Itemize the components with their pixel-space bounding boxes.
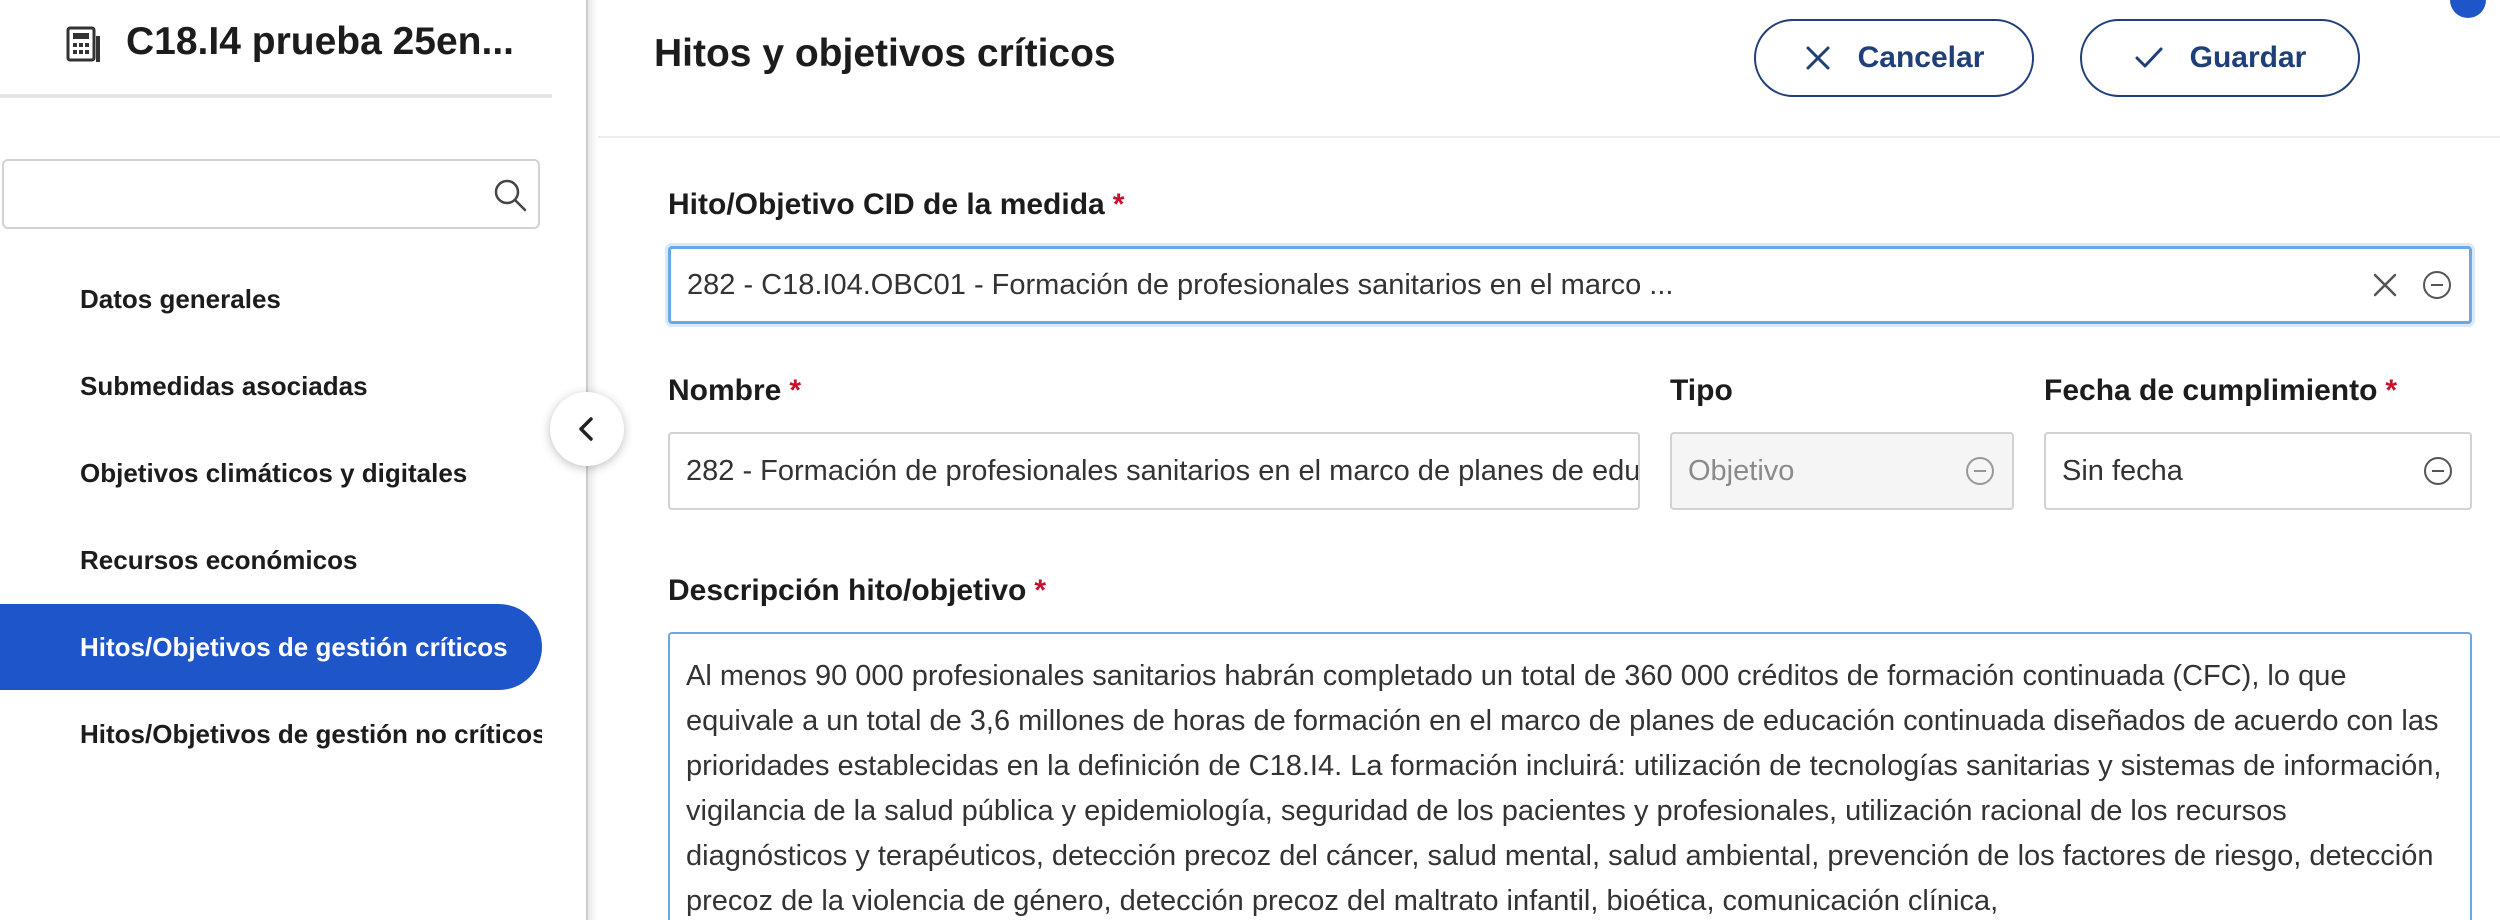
nombre-input[interactable]: 282 - Formación de profesionales sanitar… xyxy=(668,432,1640,510)
descripcion-textarea[interactable]: Al menos 90 000 profesionales sanitarios… xyxy=(668,632,2472,920)
cancel-button-label: Cancelar xyxy=(1857,41,1985,74)
sidebar-item-label: Recursos económicos xyxy=(80,544,358,575)
main-header: Hitos y objetivos críticos Cancelar Guar… xyxy=(598,0,2500,138)
sidebar: C18.I4 prueba 25en... Datos generales Su… xyxy=(0,0,552,920)
nombre-label: Nombre * xyxy=(668,374,801,408)
page-title: Hitos y objetivos críticos xyxy=(654,32,1116,75)
cancel-button[interactable]: Cancelar xyxy=(1754,19,2034,97)
sidebar-item-label: Hitos/Objetivos de gestión críticos xyxy=(80,631,508,662)
sidebar-header: C18.I4 prueba 25en... xyxy=(0,0,552,98)
hito-cid-label: Hito/Objetivo CID de la medida * xyxy=(668,188,1124,222)
fecha-label: Fecha de cumplimiento * xyxy=(2044,374,2397,408)
calculator-icon xyxy=(66,26,100,62)
sidebar-item-recursos-economicos[interactable]: Recursos económicos xyxy=(0,517,542,603)
descripcion-label: Descripción hito/objetivo * xyxy=(668,574,1046,608)
descripcion-label-text: Descripción hito/objetivo xyxy=(668,574,1027,607)
sidebar-item-hitos-no-criticos[interactable]: Hitos/Objetivos de gestión no críticos xyxy=(0,691,542,777)
required-mark: * xyxy=(1034,574,1047,607)
sidebar-search[interactable] xyxy=(2,159,540,229)
nombre-value: 282 - Formación de profesionales sanitar… xyxy=(686,454,1638,487)
fecha-label-text: Fecha de cumplimiento xyxy=(2044,374,2378,407)
fecha-value: Sin fecha xyxy=(2062,454,2183,487)
dropdown-minus-icon[interactable] xyxy=(2422,455,2454,487)
sidebar-item-hitos-criticos[interactable]: Hitos/Objetivos de gestión críticos xyxy=(0,604,542,690)
close-icon xyxy=(1806,46,1830,70)
tipo-label-text: Tipo xyxy=(1670,374,1733,407)
tipo-select: Objetivo xyxy=(1670,432,2014,510)
main-panel: Hitos y objetivos críticos Cancelar Guar… xyxy=(598,0,2500,920)
hito-cid-select[interactable]: 282 - C18.I04.OBC01 - Formación de profe… xyxy=(668,246,2472,324)
hito-cid-label-text: Hito/Objetivo CID de la medida xyxy=(668,188,1105,221)
sidebar-item-objetivos-climaticos[interactable]: Objetivos climáticos y digitales xyxy=(0,430,542,516)
dropdown-minus-icon xyxy=(1966,457,1994,485)
nombre-label-text: Nombre xyxy=(668,374,782,407)
tipo-label: Tipo xyxy=(1670,374,1733,408)
clear-icon[interactable] xyxy=(2371,271,2399,299)
hito-cid-value: 282 - C18.I04.OBC01 - Formación de profe… xyxy=(687,268,1674,301)
sidebar-item-datos-generales[interactable]: Datos generales xyxy=(0,256,542,342)
sidebar-item-label: Submedidas asociadas xyxy=(80,370,368,401)
chevron-left-icon xyxy=(579,417,593,441)
required-mark: * xyxy=(789,374,802,407)
save-button-label: Guardar xyxy=(2189,41,2307,74)
required-mark: * xyxy=(2385,374,2398,407)
sidebar-item-label: Datos generales xyxy=(80,283,281,314)
sidebar-item-label: Objetivos climáticos y digitales xyxy=(80,457,468,488)
sidebar-item-submedidas[interactable]: Submedidas asociadas xyxy=(0,343,542,429)
fecha-select[interactable]: Sin fecha xyxy=(2044,432,2472,510)
sidebar-item-label: Hitos/Objetivos de gestión no críticos xyxy=(80,718,542,749)
search-input[interactable] xyxy=(16,171,476,217)
app-title: C18.I4 prueba 25en... xyxy=(126,20,515,63)
required-mark: * xyxy=(1112,188,1125,221)
search-icon[interactable] xyxy=(492,177,528,213)
dropdown-minus-icon[interactable] xyxy=(2421,269,2453,301)
help-icon[interactable] xyxy=(2450,0,2486,18)
check-icon xyxy=(2135,47,2163,68)
save-button[interactable]: Guardar xyxy=(2080,19,2360,97)
